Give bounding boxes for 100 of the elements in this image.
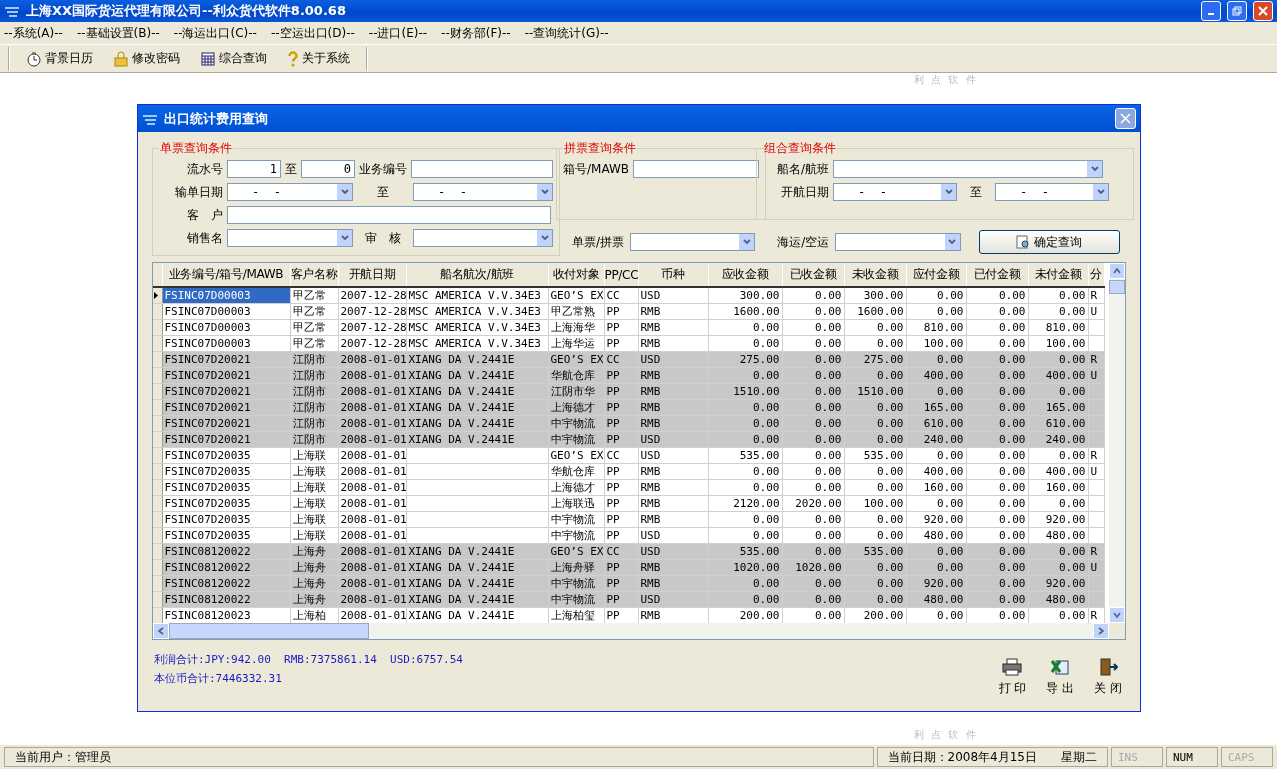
action-button[interactable]: 打 印 — [994, 658, 1031, 697]
column-header[interactable]: 应收金额 — [708, 263, 782, 287]
scroll-up-icon[interactable] — [1113, 267, 1121, 275]
scroll-thumb[interactable] — [169, 623, 369, 639]
field-label: 销售名 — [186, 229, 223, 247]
field-label: 至 — [969, 183, 983, 201]
field-label: 至 — [376, 183, 390, 201]
close-icon — [1258, 6, 1268, 16]
dropdown-field[interactable] — [413, 229, 553, 247]
field-label: 流水号 — [186, 160, 223, 178]
input-field[interactable] — [411, 160, 553, 178]
close-button[interactable] — [1253, 1, 1273, 21]
field-label: 船名/航班 — [775, 160, 829, 178]
field-label: 业务编号 — [359, 160, 407, 178]
scroll-button[interactable] — [1109, 263, 1125, 279]
weekday-text: 星期二 — [1061, 748, 1097, 766]
input-field[interactable] — [633, 160, 760, 178]
date-picker[interactable]: - - — [227, 183, 353, 201]
background-caption: 利 点 软 件 — [913, 73, 979, 87]
column-header[interactable]: 已收金额 — [782, 263, 844, 287]
dropdown-field[interactable] — [227, 229, 353, 247]
column-header[interactable]: PP/CC — [604, 263, 638, 287]
close-icon — [1120, 113, 1131, 124]
column-header[interactable]: 应付金额 — [906, 263, 966, 287]
input-field[interactable]: 1 — [227, 160, 281, 178]
column-header[interactable]: 币种 — [638, 263, 708, 287]
toolbar-button[interactable]: 关于系统 — [279, 48, 358, 69]
scroll-left-icon[interactable] — [157, 627, 165, 635]
action-button[interactable]: 导 出 — [1042, 658, 1079, 697]
column-header[interactable]: 开航日期 — [338, 263, 406, 287]
scroll-thumb[interactable] — [1109, 280, 1125, 294]
column-header[interactable]: 客户名称 — [290, 263, 338, 287]
background-caption: 利 点 软 件 — [913, 728, 979, 742]
minimize-button[interactable] — [1201, 1, 1221, 21]
menu-item[interactable]: --财务部(F)-- — [441, 24, 511, 42]
vertical-scrollbar[interactable] — [1109, 263, 1125, 623]
field-label: 审 核 — [364, 229, 402, 247]
field-label: 海运/空运 — [777, 233, 830, 251]
group-legend: 组合查询条件 — [763, 140, 837, 157]
group-legend: 单票查询条件 — [159, 140, 233, 157]
key-indicator: CAPS — [1221, 747, 1273, 767]
action-button[interactable]: 关 闭 — [1090, 658, 1126, 697]
menu-item[interactable]: --空运出口(D)-- — [270, 24, 355, 42]
stopwatch-icon — [26, 50, 42, 67]
calendar-grid-icon — [200, 50, 216, 67]
restore-icon — [1232, 6, 1242, 16]
menu-item[interactable]: --基础设置(B)-- — [76, 24, 160, 42]
column-header[interactable]: 船名航次/航班 — [406, 263, 548, 287]
field-label: 客 户 — [186, 206, 223, 224]
current-row-icon — [153, 290, 159, 300]
printer-icon — [1002, 658, 1023, 676]
input-field[interactable] — [227, 206, 551, 224]
field-label: 单票/拼票 — [572, 233, 625, 251]
scroll-button[interactable] — [1093, 623, 1109, 639]
key-indicator: NUM — [1166, 747, 1218, 767]
close-button[interactable] — [1115, 108, 1136, 129]
field-label: 至 — [285, 160, 297, 178]
total-text: 利润合计:JPY:942.00 RMB:7375861.14 USD:6757.54 — [154, 652, 463, 667]
menu-item[interactable]: --系统(A)-- — [4, 24, 63, 42]
scroll-right-icon[interactable] — [1097, 627, 1105, 635]
total-text: 本位币合计:7446332.31 — [154, 671, 283, 686]
app-logo-icon — [4, 4, 20, 18]
date-picker[interactable]: - - — [413, 183, 553, 201]
toolbar-button[interactable]: 综合查询 — [192, 48, 275, 69]
field-label: 输单日期 — [174, 183, 223, 201]
scrollbar-corner — [1109, 623, 1125, 639]
column-header[interactable]: 未付金额 — [1028, 263, 1088, 287]
toolbar-button[interactable]: 背景日历 — [18, 48, 101, 69]
confirm-query-button[interactable]: 确定查询 — [978, 230, 1120, 254]
dropdown-field[interactable] — [833, 160, 1103, 178]
group-legend: 拼票查询条件 — [563, 140, 637, 157]
window-title: 上海XX国际货运代理有限公司--利众货代软件8.00.68 — [26, 2, 347, 20]
field-label: 箱号/MAWB — [563, 160, 630, 178]
field-label: 开航日期 — [780, 183, 829, 201]
column-header[interactable]: 未收金额 — [844, 263, 906, 287]
scroll-button[interactable] — [153, 623, 169, 639]
dialog-title: 出口统计费用查询 — [164, 109, 269, 128]
document-search-icon — [1016, 235, 1031, 249]
key-indicator: INS — [1111, 747, 1163, 767]
exit-door-icon — [1098, 658, 1119, 676]
scroll-down-icon[interactable] — [1113, 611, 1121, 619]
current-date-text: 当前日期：2008年4月15日 — [887, 748, 1037, 766]
dropdown-field[interactable] — [630, 233, 756, 251]
date-picker[interactable]: - - — [995, 183, 1109, 201]
toolbar-button[interactable]: 修改密码 — [105, 48, 188, 69]
question-mark-icon — [287, 50, 299, 67]
column-header[interactable]: 业务编号/箱号/MAWB — [162, 263, 290, 287]
menu-item[interactable]: --海运出口(C)-- — [173, 24, 257, 42]
horizontal-scrollbar[interactable] — [153, 623, 1109, 639]
date-picker[interactable]: - - — [833, 183, 957, 201]
spreadsheet-icon — [1050, 658, 1071, 676]
scroll-button[interactable] — [1109, 607, 1125, 623]
column-header[interactable]: 收付对象 — [548, 263, 604, 287]
restore-button[interactable] — [1227, 1, 1247, 21]
menu-item[interactable]: --查询统计(G)-- — [524, 24, 609, 42]
input-field[interactable]: 0 — [301, 160, 355, 178]
column-header[interactable]: 已付金额 — [966, 263, 1028, 287]
menu-item[interactable]: --进口(E)-- — [368, 24, 428, 42]
dropdown-field[interactable] — [835, 233, 961, 251]
current-user-text: 当前用户：管理员 — [15, 748, 111, 766]
